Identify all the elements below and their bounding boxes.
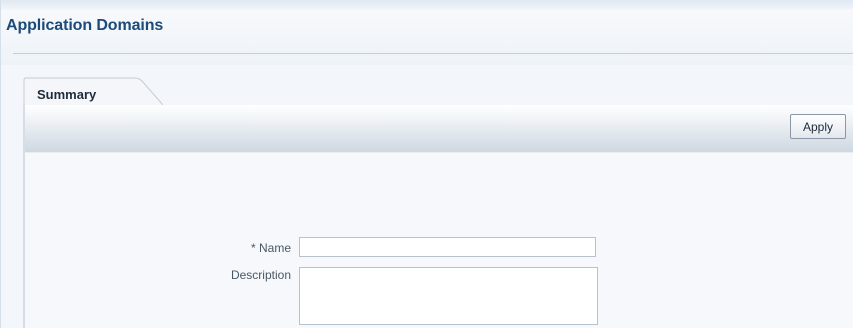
page-body: Application Domains Summary Apply * Name… [0,0,853,328]
toolbar [25,105,853,153]
page-title: Application Domains [6,17,164,34]
name-label: * Name [201,241,291,255]
tab-summary-label: Summary [37,87,97,102]
description-field[interactable] [299,267,598,325]
name-label-text: Name [258,241,291,255]
required-marker: * [250,241,256,255]
title-divider [13,53,853,54]
top-shadow-bar [1,0,853,10]
apply-button[interactable]: Apply [790,114,846,139]
name-field[interactable] [299,237,596,257]
description-label: Description [230,268,291,282]
